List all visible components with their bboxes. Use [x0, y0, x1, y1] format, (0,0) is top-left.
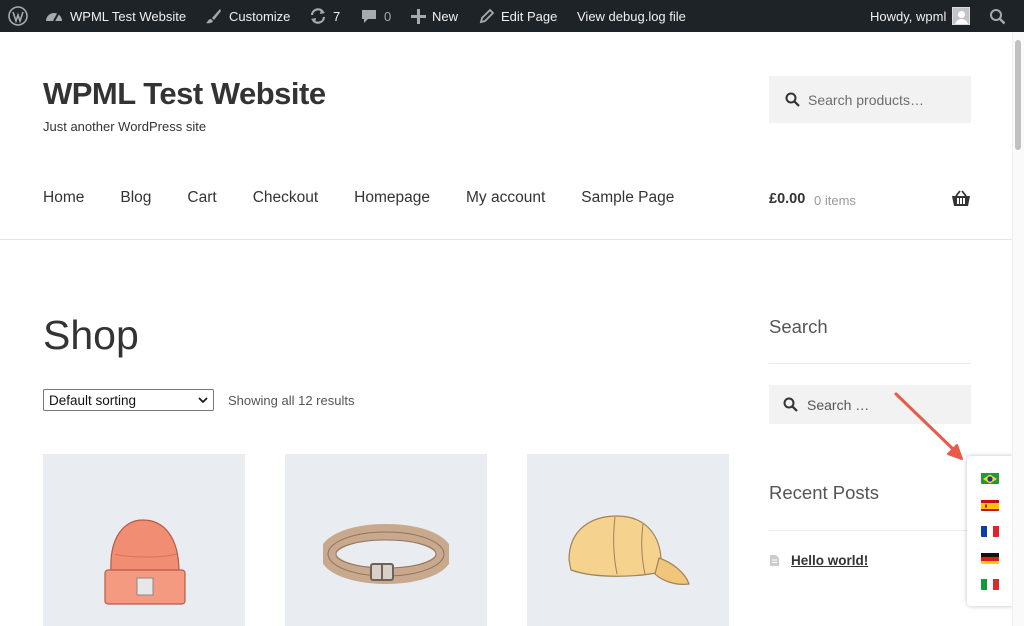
document-icon: [770, 555, 779, 566]
flag-italy-icon[interactable]: [981, 578, 999, 590]
search-icon: [785, 92, 800, 107]
comments-count: 0: [384, 8, 392, 24]
sort-selected: Default sorting: [49, 392, 137, 408]
brush-icon: [206, 9, 221, 24]
edit-page-label: Edit Page: [501, 8, 558, 24]
beanie-image: [104, 519, 186, 605]
dashboard-icon: [46, 13, 62, 22]
updates-icon: [310, 8, 326, 24]
product-card-belt[interactable]: [285, 454, 487, 626]
scrollbar-thumb[interactable]: [1015, 40, 1021, 150]
comment-icon: [362, 10, 376, 23]
nav-item-blog[interactable]: Blog: [120, 189, 151, 207]
nav-item-my-account[interactable]: My account: [466, 189, 545, 207]
recent-post-item[interactable]: Hello world!: [769, 553, 868, 568]
account-menu[interactable]: Howdy, wpml: [870, 0, 971, 32]
product-card-beanie[interactable]: [43, 454, 245, 626]
header-divider: [0, 239, 1012, 240]
avatar: [952, 7, 971, 25]
cart-item-count[interactable]: 0 items: [814, 193, 856, 208]
new-label: New: [432, 8, 459, 24]
new-content-button[interactable]: New: [411, 0, 458, 32]
customize-label: Customize: [229, 8, 291, 24]
plus-icon: [411, 8, 426, 24]
chevron-down-icon: [198, 396, 208, 403]
flag-germany-icon[interactable]: [981, 552, 999, 564]
belt-image: [323, 524, 449, 584]
search-icon: [990, 8, 1006, 24]
cart-total[interactable]: £0.00: [769, 191, 805, 207]
nav-item-sample-page[interactable]: Sample Page: [581, 189, 674, 207]
primary-nav: Home Blog Cart Checkout Homepage My acco…: [43, 189, 710, 207]
nav-item-checkout[interactable]: Checkout: [253, 189, 318, 207]
admin-site-name: WPML Test Website: [70, 8, 187, 24]
debug-log-label: View debug.log file: [577, 8, 686, 24]
language-switcher: [967, 456, 1013, 606]
flag-france-icon[interactable]: [981, 525, 999, 537]
cart-basket-icon[interactable]: [951, 190, 971, 213]
search-icon: [783, 397, 798, 412]
product-card-cap[interactable]: [527, 454, 729, 626]
page-title: Shop: [43, 312, 139, 358]
widget-divider: [769, 530, 971, 531]
cap-image: [568, 515, 690, 585]
site-title[interactable]: WPML Test Website: [43, 76, 326, 112]
site-tagline: Just another WordPress site: [43, 119, 207, 134]
edit-page-button[interactable]: Edit Page: [479, 0, 557, 32]
annotation-arrow: [894, 392, 963, 460]
updates-count: 7: [333, 8, 341, 24]
site-name-menu[interactable]: WPML Test Website: [44, 0, 186, 32]
nav-item-cart[interactable]: Cart: [187, 189, 216, 207]
flag-brazil-icon[interactable]: [981, 472, 999, 484]
search-widget-title: Search: [769, 316, 828, 337]
debug-log-link[interactable]: View debug.log file: [577, 0, 686, 32]
product-search-placeholder: Search products…: [808, 91, 924, 108]
comments-button[interactable]: 0: [360, 0, 391, 32]
product-search-input[interactable]: Search products…: [769, 76, 971, 123]
widget-divider: [769, 363, 971, 364]
admin-bar: WPML Test Website Customize 7 0 New Edit…: [0, 0, 1024, 32]
sort-dropdown[interactable]: Default sorting: [43, 389, 214, 411]
result-count: Showing all 12 results: [228, 393, 355, 408]
pencil-icon: [479, 8, 495, 24]
recent-post-link[interactable]: Hello world!: [791, 553, 868, 568]
updates-button[interactable]: 7: [309, 0, 340, 32]
wordpress-logo-button[interactable]: [8, 0, 28, 32]
recent-posts-title: Recent Posts: [769, 482, 880, 503]
flag-spain-icon[interactable]: [981, 499, 999, 511]
howdy-label: Howdy, wpml: [870, 8, 947, 24]
wordpress-icon: [8, 6, 28, 26]
customize-button[interactable]: Customize: [205, 0, 290, 32]
sidebar-search-placeholder: Search …: [807, 396, 870, 413]
admin-search-button[interactable]: [989, 0, 1006, 32]
nav-item-home[interactable]: Home: [43, 189, 84, 207]
nav-item-homepage[interactable]: Homepage: [354, 189, 430, 207]
